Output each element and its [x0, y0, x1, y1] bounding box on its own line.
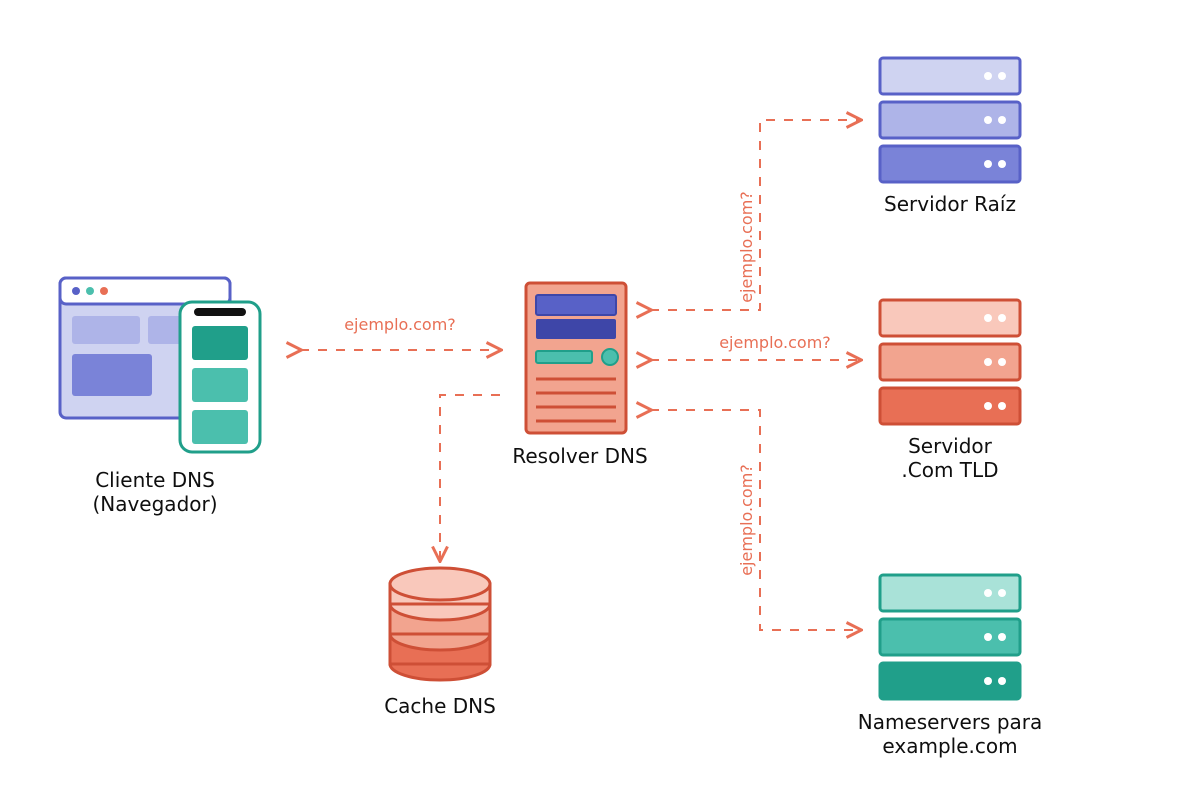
resolver-node — [526, 283, 626, 433]
query-label-tld: ejemplo.com? — [719, 333, 831, 352]
client-node — [60, 278, 260, 452]
cache-node — [390, 568, 490, 680]
query-label-ns: ejemplo.com? — [737, 464, 756, 576]
ns-node — [880, 575, 1020, 699]
query-label-client: ejemplo.com? — [344, 315, 456, 334]
query-label-root: ejemplo.com? — [737, 191, 756, 303]
edge-resolver-cache — [440, 395, 500, 560]
root-node — [880, 58, 1020, 182]
tld-node — [880, 300, 1020, 424]
